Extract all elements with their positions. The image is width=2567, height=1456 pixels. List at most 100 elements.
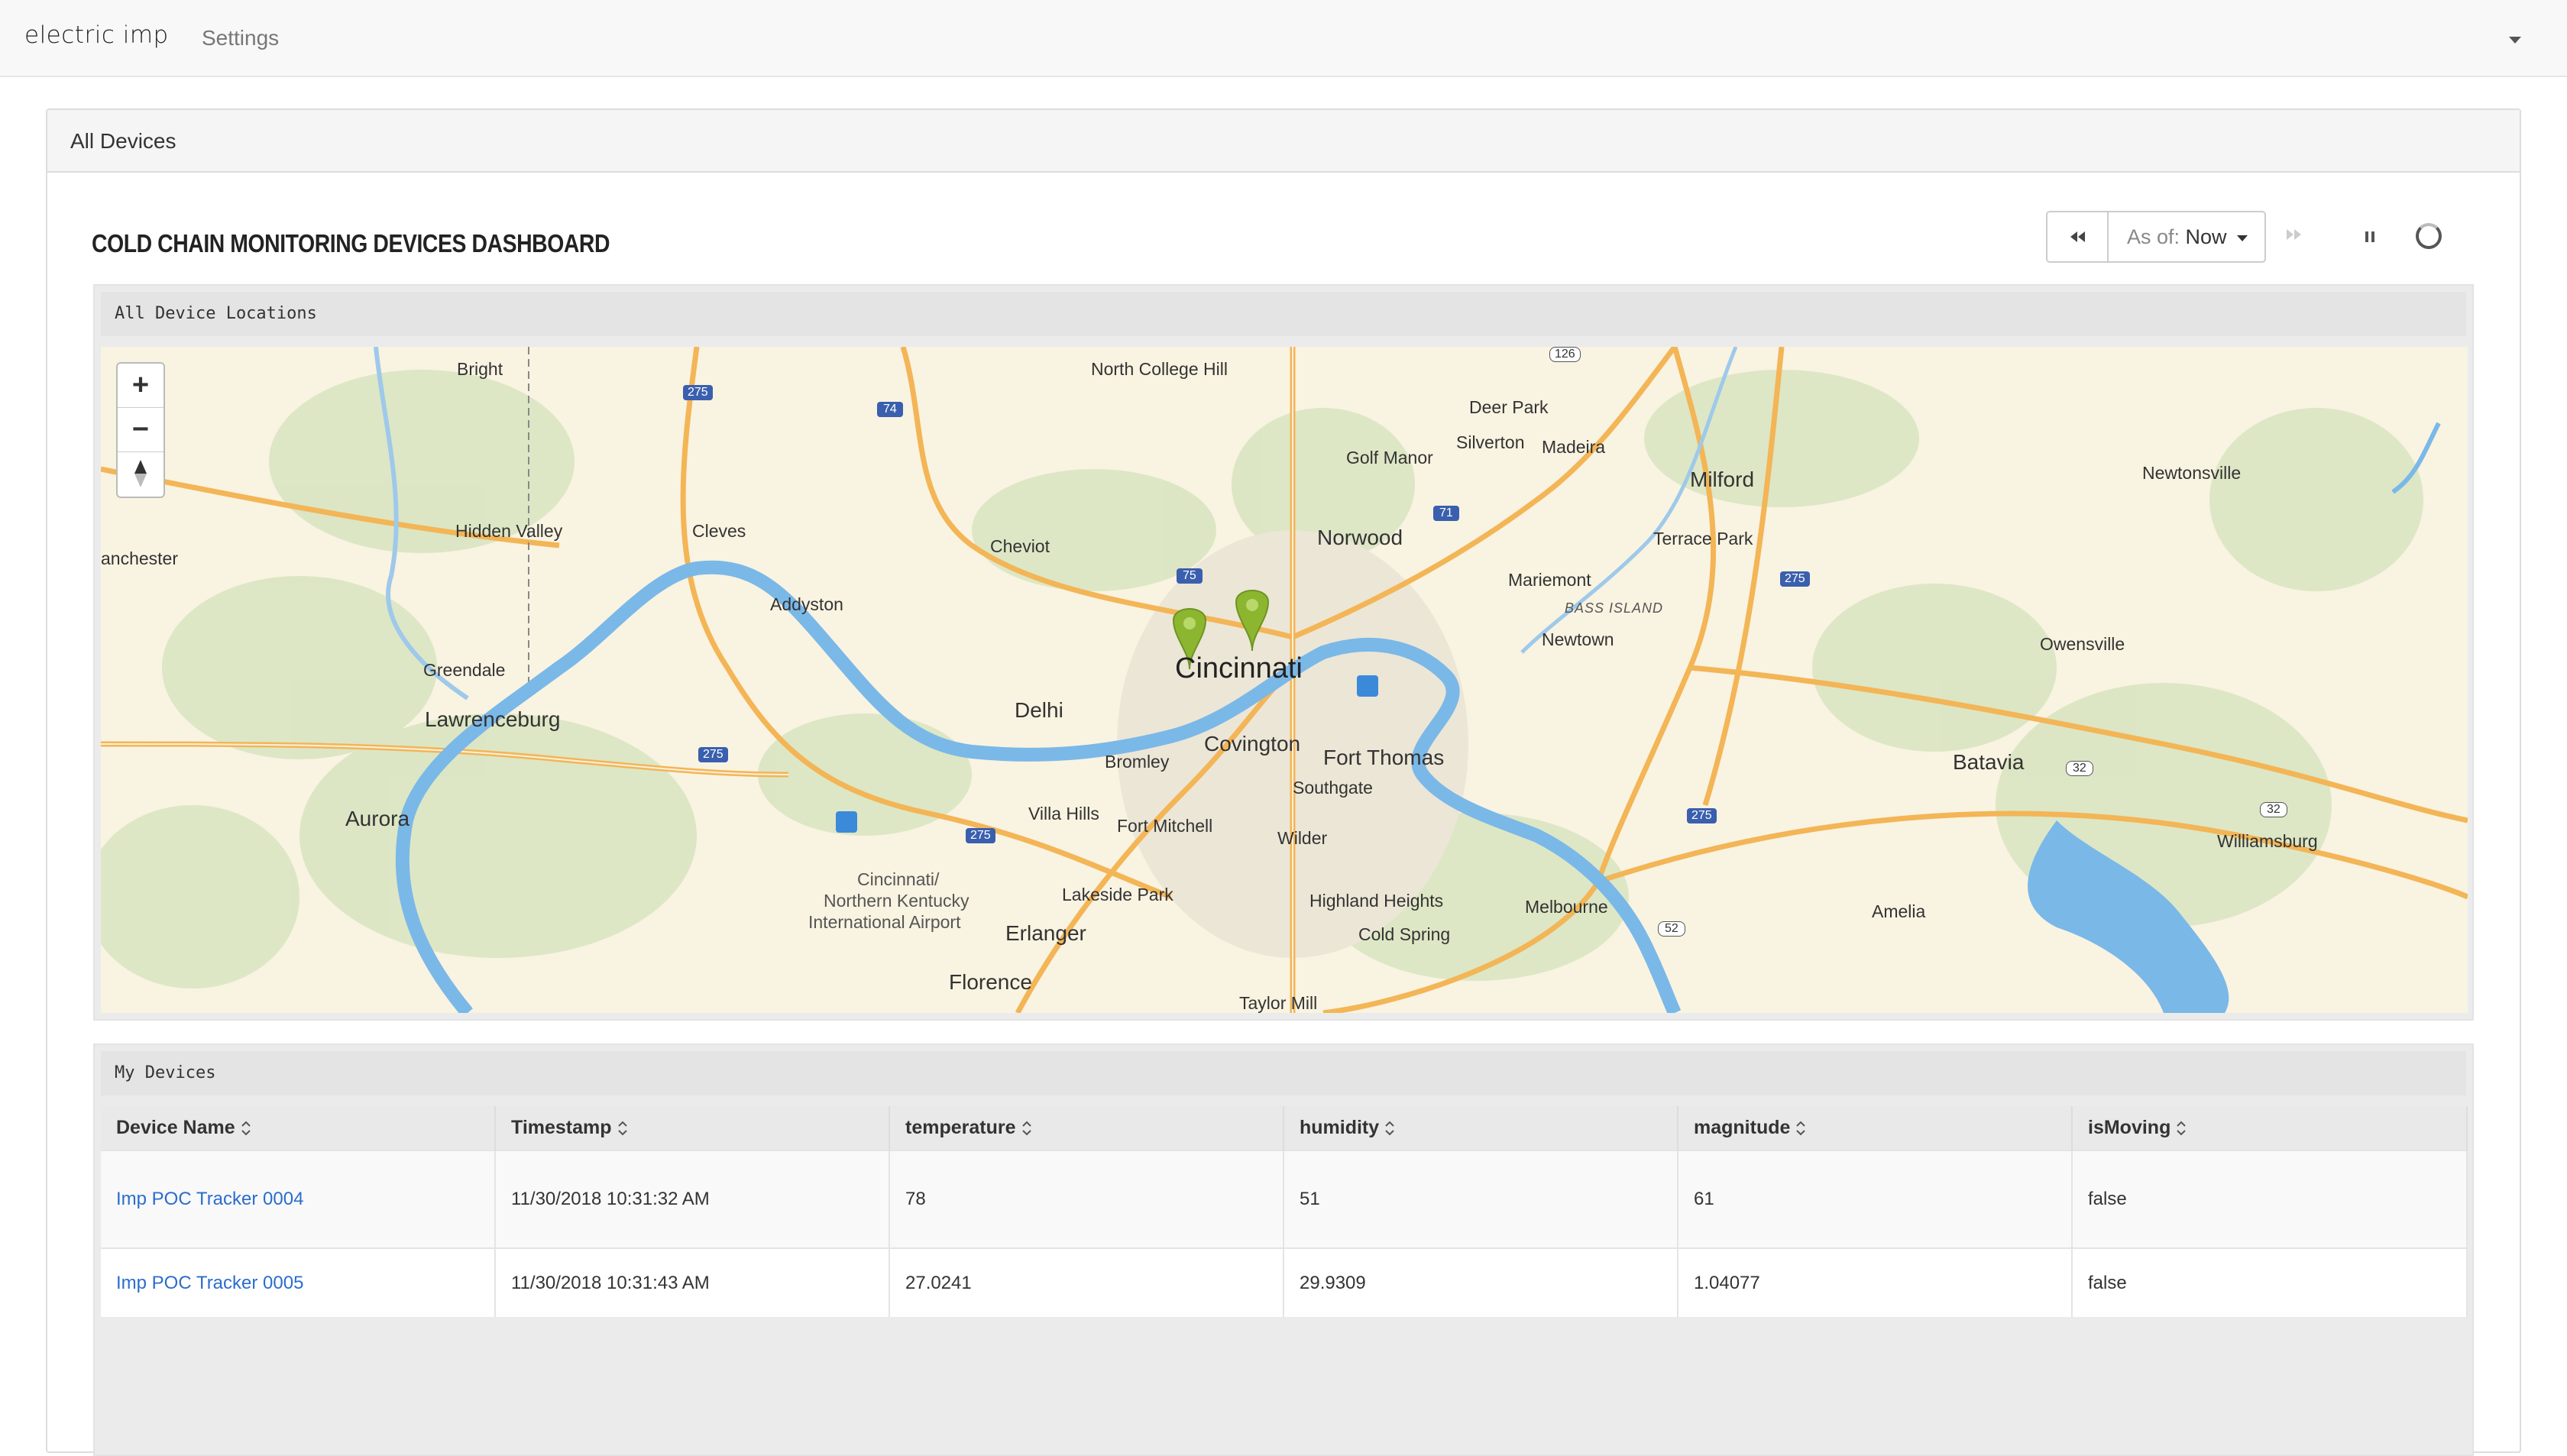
compass-icon bbox=[134, 460, 147, 487]
device-link[interactable]: Imp POC Tracker 0005 bbox=[116, 1273, 303, 1293]
account-dropdown-caret-icon[interactable] bbox=[2509, 37, 2521, 44]
interstate-shield: 275 bbox=[966, 828, 995, 843]
column-header-magnitude[interactable]: magnitude bbox=[1678, 1106, 2073, 1150]
map-label: BASS ISLAND bbox=[1565, 600, 1664, 616]
map-widget: All Device Locations 275 74 71 75 275 27… bbox=[93, 284, 2474, 1021]
sort-icon bbox=[241, 1120, 251, 1137]
map-label: Southgate bbox=[1293, 778, 1373, 798]
interstate-shield: 75 bbox=[1177, 568, 1203, 584]
map-label: Erlanger bbox=[1005, 921, 1086, 945]
cell-humidity: 51 bbox=[1284, 1150, 1678, 1248]
map-label: Deer Park bbox=[1469, 397, 1549, 417]
map-label: Newtown bbox=[1542, 629, 1614, 649]
map-label: Wilder bbox=[1277, 828, 1328, 848]
cell-timestamp: 11/30/2018 10:31:32 AM bbox=[495, 1150, 890, 1248]
panel-title: All Devices bbox=[47, 110, 2520, 173]
sort-icon bbox=[2177, 1120, 2187, 1137]
interstate-shield: 275 bbox=[683, 385, 713, 400]
map-label: Cleves bbox=[692, 521, 746, 541]
reset-north-button[interactable] bbox=[118, 452, 163, 497]
table-row: Imp POC Tracker 0005 11/30/2018 10:31:43… bbox=[101, 1247, 2468, 1317]
map-label: Aurora bbox=[345, 807, 410, 830]
devices-widget-title: My Devices bbox=[101, 1051, 2466, 1095]
sort-icon bbox=[1385, 1120, 1394, 1137]
route-shield: 32 bbox=[2066, 761, 2093, 776]
column-header-is-moving[interactable]: isMoving bbox=[2072, 1106, 2468, 1150]
nav-settings-link[interactable]: Settings bbox=[202, 26, 279, 50]
zoom-in-button[interactable]: + bbox=[118, 364, 163, 408]
map-label: Milford bbox=[1690, 468, 1755, 491]
as-of-value: Now bbox=[2185, 225, 2227, 248]
map-label: Newtonsville bbox=[2142, 463, 2242, 483]
map-label: Florence bbox=[949, 970, 1032, 994]
interstate-shield: 275 bbox=[1780, 571, 1810, 587]
cell-magnitude: 1.04077 bbox=[1678, 1247, 2073, 1317]
top-navbar: electric imp Settings bbox=[0, 0, 2567, 77]
map-label: Norwood bbox=[1317, 526, 1403, 549]
map-label: Silverton bbox=[1456, 432, 1525, 452]
route-shield: 32 bbox=[2260, 802, 2287, 817]
map-label: Cincinnati bbox=[1175, 652, 1303, 684]
refresh-spinner-icon[interactable] bbox=[2416, 223, 2442, 249]
map-label: Golf Manor bbox=[1346, 448, 1433, 468]
column-header-timestamp[interactable]: Timestamp bbox=[495, 1106, 890, 1150]
map-label: Greendale bbox=[423, 660, 506, 680]
as-of-dropdown[interactable]: As of: Now bbox=[2107, 211, 2266, 263]
map-label: Hidden Valley bbox=[455, 521, 563, 541]
interstate-shield: 71 bbox=[1433, 506, 1459, 521]
map-label: North College Hill bbox=[1091, 359, 1228, 379]
cell-is-moving: false bbox=[2072, 1150, 2468, 1248]
map-label: Highland Heights bbox=[1309, 891, 1444, 911]
interstate-shield: 74 bbox=[877, 402, 903, 417]
column-header-humidity[interactable]: humidity bbox=[1284, 1106, 1678, 1150]
cell-is-moving: false bbox=[2072, 1247, 2468, 1317]
map-label: Fort Mitchell bbox=[1117, 816, 1213, 836]
map-label: Madeira bbox=[1542, 437, 1606, 457]
cell-magnitude: 61 bbox=[1678, 1150, 2073, 1248]
map-label: Owensville bbox=[2040, 634, 2125, 654]
rewind-button[interactable] bbox=[2046, 211, 2109, 263]
map-label: Addyston bbox=[770, 594, 843, 614]
map-label: Melbourne bbox=[1525, 897, 1608, 917]
devices-table: Device Name Timestamp temperature humidi… bbox=[101, 1106, 2468, 1317]
map-label: Delhi bbox=[1015, 698, 1063, 722]
map-label: Lawrenceburg bbox=[425, 707, 561, 731]
interstate-shield: 275 bbox=[698, 747, 728, 762]
devices-widget: My Devices Device Name Timestamp tempera… bbox=[93, 1043, 2474, 1456]
map-widget-title: All Device Locations bbox=[101, 292, 2466, 336]
brand-logo[interactable]: electric imp bbox=[24, 21, 169, 49]
map-label: Covington bbox=[1204, 732, 1301, 756]
fast-forward-icon[interactable] bbox=[2284, 227, 2304, 242]
map-label: Amelia bbox=[1872, 901, 1926, 921]
map-label: Lakeside Park bbox=[1062, 885, 1173, 904]
interstate-shield: 275 bbox=[1687, 808, 1717, 823]
map-label: Terrace Park bbox=[1653, 529, 1753, 548]
pause-icon[interactable] bbox=[2362, 228, 2378, 245]
device-link[interactable]: Imp POC Tracker 0004 bbox=[116, 1189, 303, 1209]
rewind-icon bbox=[2070, 231, 2085, 242]
route-shield: 52 bbox=[1658, 921, 1685, 937]
dashboard-title: COLD CHAIN MONITORING DEVICES DASHBOARD bbox=[92, 229, 610, 257]
cell-temperature: 78 bbox=[889, 1150, 1284, 1248]
map-label: Mariemont bbox=[1508, 570, 1591, 590]
map-label: International Airport bbox=[808, 912, 961, 932]
column-header-device-name[interactable]: Device Name bbox=[101, 1106, 496, 1150]
map-label: Batavia bbox=[1953, 750, 2025, 774]
map-zoom-control: + − bbox=[116, 362, 165, 498]
sort-icon bbox=[617, 1120, 627, 1137]
map-label: Williamsburg bbox=[2217, 831, 2318, 851]
cell-temperature: 27.0241 bbox=[889, 1247, 1284, 1317]
as-of-label: As of: bbox=[2127, 225, 2180, 248]
cell-humidity: 29.9309 bbox=[1284, 1247, 1678, 1317]
map-label: Cincinnati/ bbox=[857, 869, 940, 889]
device-location-map[interactable]: 275 74 71 75 275 275 275 275 126 32 32 5… bbox=[101, 347, 2468, 1013]
chevron-down-icon bbox=[2237, 235, 2248, 241]
map-label: Villa Hills bbox=[1028, 804, 1099, 823]
map-label: Bromley bbox=[1105, 752, 1170, 772]
table-row: Imp POC Tracker 0004 11/30/2018 10:31:32… bbox=[101, 1150, 2468, 1248]
sort-icon bbox=[1796, 1120, 1806, 1137]
map-label: Bright bbox=[457, 359, 503, 379]
column-header-temperature[interactable]: temperature bbox=[889, 1106, 1284, 1150]
zoom-out-button[interactable]: − bbox=[118, 408, 163, 452]
sort-icon bbox=[1021, 1120, 1031, 1137]
